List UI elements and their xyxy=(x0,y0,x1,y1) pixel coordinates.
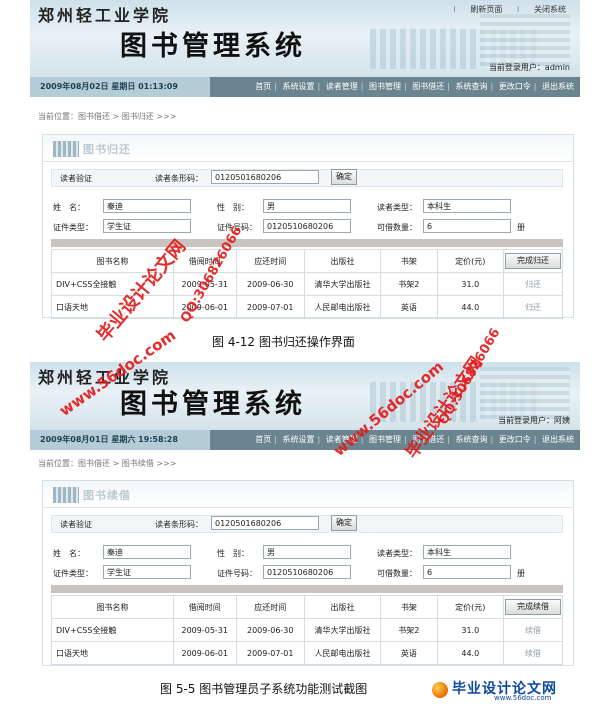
reader-type-field[interactable]: 本科生 xyxy=(423,545,511,559)
site-logo: 毕业设计论文网 www.56doc.com xyxy=(432,680,592,702)
reader-type-field[interactable]: 本科生 xyxy=(423,199,511,213)
divider-bar xyxy=(51,239,563,247)
renew-link[interactable]: 续借 xyxy=(503,618,563,642)
figure-caption-1: 图 4-12 图书归还操作界面 xyxy=(212,335,355,349)
main-menu: 首页 | 系统设置 | 读者管理 | 图书管理 | 图书借还 | 系统查询 | 更改口令 | … xyxy=(255,82,574,91)
confirm-button[interactable]: 确定 xyxy=(331,515,357,531)
system-title: 图书管理系统 xyxy=(120,31,306,62)
menu-query[interactable]: 系统查询 xyxy=(456,82,488,91)
gender-field[interactable]: 男 xyxy=(263,545,351,559)
borrowed-books-table: 图书名称 借阅时间 应还时间 出版社 书架 定价(元) 完成续借 DIV+CSS… xyxy=(51,595,563,665)
top-links: ⁝ 刷新页面 ⁝ 关闭系统 xyxy=(441,4,566,15)
current-user: 当前登录用户：admin xyxy=(488,63,570,72)
cert-type-field[interactable]: 学生证 xyxy=(103,219,191,233)
table-row: 口语天地 2009-06-01 2009-07-01 人民邮电出版社 英语 44… xyxy=(51,641,563,665)
table-header-row: 图书名称 借阅时间 应还时间 出版社 书架 定价(元) 完成续借 xyxy=(51,595,563,619)
system-title: 图书管理系统 xyxy=(120,389,306,420)
name-field[interactable]: 秦迪 xyxy=(103,545,191,559)
form-title-bar: 图书续借 xyxy=(43,481,573,508)
refresh-link[interactable]: ⁝ 刷新页面 xyxy=(453,5,502,14)
finish-return-button[interactable]: 完成归还 xyxy=(505,253,561,269)
breadcrumb: 当前位置：图书借还 > 图书归还 >>> xyxy=(38,112,177,121)
cert-no-field[interactable]: 0120510680206 xyxy=(263,565,351,579)
school-name: 郑州轻工业学院 xyxy=(38,6,172,25)
table-header-row: 图书名称 借阅时间 应还时间 出版社 书架 定价(元) 完成归还 xyxy=(51,249,563,273)
datetime: 2009年08月01日 星期六 19:58:28 xyxy=(30,430,210,450)
table-row: DIV+CSS全接触 2009-05-31 2009-06-30 清华大学出版社… xyxy=(51,618,563,642)
menu-settings[interactable]: 系统设置 xyxy=(283,435,315,444)
nav-bar: 2009年08月01日 星期六 19:58:28 首页 | 系统设置 | 读者管理 |… xyxy=(30,430,580,450)
confirm-button[interactable]: 确定 xyxy=(331,169,357,185)
quota-field[interactable]: 6 xyxy=(423,565,511,579)
barcode-input[interactable]: 0120501680206 xyxy=(211,170,319,184)
form-title: 图书归还 xyxy=(83,143,131,156)
menu-home[interactable]: 首页 xyxy=(255,82,271,91)
finish-renew-button[interactable]: 完成续借 xyxy=(505,599,561,615)
divider-bar xyxy=(51,585,563,593)
screen-return: 郑州轻工业学院 图书管理系统 ⁝ 刷新页面 ⁝ 关闭系统 当前登录用户：admi… xyxy=(30,0,580,322)
return-link[interactable]: 归还 xyxy=(503,295,563,319)
menu-readers[interactable]: 读者管理 xyxy=(326,82,358,91)
menu-password[interactable]: 更改口令 xyxy=(499,435,531,444)
menu-exit[interactable]: 退出系统 xyxy=(542,82,574,91)
renew-form: 图书续借 读者验证 读者条形码： 0120501680206 确定 姓 名： 秦… xyxy=(42,480,574,666)
current-user: 当前登录用户：阿姨 xyxy=(498,416,570,425)
form-title-bar: 图书归还 xyxy=(43,135,573,162)
menu-borrow[interactable]: 图书借还 xyxy=(412,82,444,91)
menu-books[interactable]: 图书管理 xyxy=(369,435,401,444)
return-link[interactable]: 归还 xyxy=(503,272,563,296)
gender-field[interactable]: 男 xyxy=(263,199,351,213)
breadcrumb: 当前位置：图书借还 > 图书续借 >>> xyxy=(38,459,177,468)
name-field[interactable]: 秦迪 xyxy=(103,199,191,213)
figure-caption-2: 图 5-5 图书管理员子系统功能测试截图 xyxy=(160,682,368,696)
menu-password[interactable]: 更改口令 xyxy=(499,82,531,91)
datetime: 2009年08月02日 星期日 01:13:09 xyxy=(30,77,210,97)
nav-bar: 2009年08月02日 星期日 01:13:09 首页 | 系统设置 | 读者管理 |… xyxy=(30,77,580,97)
app-header: 郑州轻工业学院 图书管理系统 ⁝ 刷新页面 ⁝ 关闭系统 当前登录用户：admi… xyxy=(30,0,580,77)
cert-no-field[interactable]: 0120510680206 xyxy=(263,219,351,233)
globe-icon xyxy=(432,682,448,698)
menu-home[interactable]: 首页 xyxy=(255,435,271,444)
form-title: 图书续借 xyxy=(83,489,131,502)
close-link[interactable]: ⁝ 关闭系统 xyxy=(517,5,566,14)
title-bars-icon xyxy=(53,141,79,157)
menu-books[interactable]: 图书管理 xyxy=(369,82,401,91)
logo-url: www.56doc.com xyxy=(494,694,552,702)
screen-renew: 郑州轻工业学院 图书管理系统 当前登录用户：阿姨 2009年08月01日 星期六… xyxy=(30,362,580,672)
barcode-input[interactable]: 0120501680206 xyxy=(211,516,319,530)
title-bars-icon xyxy=(53,487,79,503)
menu-settings[interactable]: 系统设置 xyxy=(283,82,315,91)
cert-type-field[interactable]: 学生证 xyxy=(103,565,191,579)
menu-query[interactable]: 系统查询 xyxy=(456,435,488,444)
menu-exit[interactable]: 退出系统 xyxy=(542,435,574,444)
quota-field[interactable]: 6 xyxy=(423,219,511,233)
renew-link[interactable]: 续借 xyxy=(503,641,563,665)
